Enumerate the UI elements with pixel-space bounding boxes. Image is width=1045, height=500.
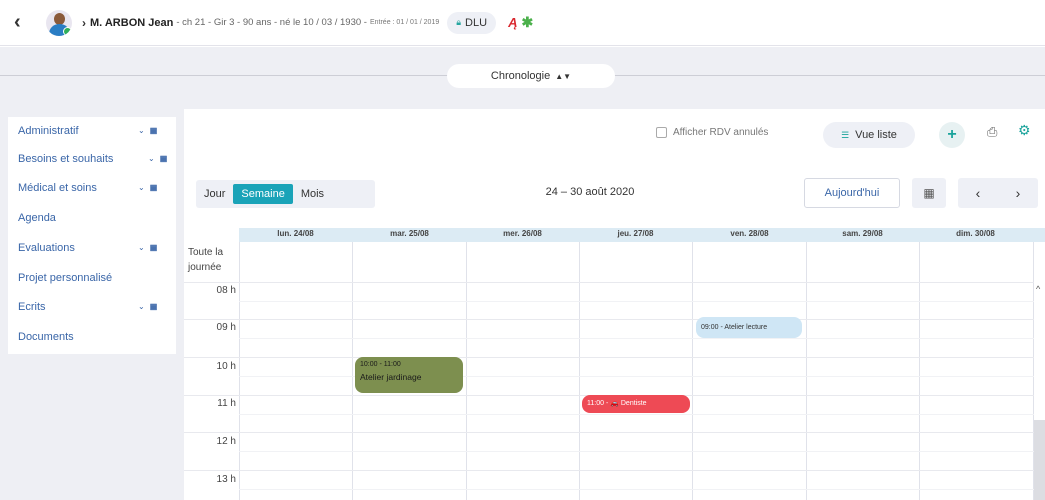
grid-icon[interactable]: ▦ xyxy=(150,243,158,252)
chevron-right-icon: › xyxy=(82,15,86,30)
today-button[interactable]: Aujourd'hui xyxy=(804,178,900,208)
event-atelier-jardinage[interactable]: 10:00 - 11:00 Atelier jardinage xyxy=(355,357,463,393)
grid-icon[interactable]: ▦ xyxy=(160,154,168,163)
chevron-down-icon: ⌄ xyxy=(138,183,145,192)
view-month-button[interactable]: Mois xyxy=(293,184,332,204)
dlu-button[interactable]: 🔒︎ DLU xyxy=(447,11,497,34)
chronologie-select[interactable]: Chronologie ▲▼ xyxy=(447,64,615,88)
all-day-label-line: Toute la xyxy=(188,247,224,258)
medical-alert-icons[interactable]: Ą ✱ xyxy=(508,14,533,31)
list-icon: ☰ xyxy=(841,129,850,140)
sidebar-item-evaluations[interactable]: Evaluations ⌄ ▦ xyxy=(18,242,168,254)
entry-date: Entrée : 01 / 01 / 2019 xyxy=(369,19,440,26)
gear-icon[interactable]: ⚙ xyxy=(1018,122,1031,139)
event-label: 11:00 - 🚗 Dentiste xyxy=(587,400,647,407)
sidebar-item-documents[interactable]: Documents xyxy=(18,331,168,343)
day-header[interactable]: jeu. 27/08 xyxy=(579,229,692,238)
print-icon[interactable]: ⎙ xyxy=(987,124,997,140)
lock-icon: 🔒︎ xyxy=(456,17,462,27)
sidebar-item-label: Ecrits xyxy=(18,301,46,313)
day-header[interactable]: mer. 26/08 xyxy=(466,229,579,238)
time-label: 11 h xyxy=(217,398,236,409)
calendar-grid xyxy=(184,228,1045,500)
patient-name[interactable]: M. ARBON Jean xyxy=(90,17,173,29)
chevron-down-icon: ⌄ xyxy=(138,243,145,252)
grid-icon[interactable]: ▦ xyxy=(150,183,158,192)
chronologie-band: Chronologie ▲▼ xyxy=(0,47,1045,109)
sidebar-item-label: Projet personnalisé xyxy=(18,272,113,284)
status-dot-icon xyxy=(63,26,72,36)
sidebar-item-label: Documents xyxy=(18,331,74,343)
time-label: 08 h xyxy=(216,285,236,296)
dlu-label: DLU xyxy=(465,16,488,29)
event-dentiste[interactable]: 11:00 - 🚗 Dentiste xyxy=(582,395,690,413)
sidebar-item-projet[interactable]: Projet personnalisé xyxy=(18,272,168,284)
previous-week-button[interactable]: ‹ xyxy=(958,178,998,208)
grid-icon[interactable]: ▦ xyxy=(150,126,158,135)
list-view-label: Vue liste xyxy=(855,129,897,141)
event-atelier-lecture[interactable]: 09:00 - Atelier lecture xyxy=(696,317,802,338)
sidebar-item-label: Besoins et souhaits xyxy=(18,153,114,165)
day-header[interactable]: ven. 28/08 xyxy=(693,229,806,238)
sidebar-item-administratif[interactable]: Administratif ⌄ ▦ xyxy=(18,125,168,137)
day-header[interactable]: dim. 30/08 xyxy=(919,229,1032,238)
time-label: 09 h xyxy=(216,322,236,333)
show-cancelled-toggle[interactable]: Afficher RDV annulés xyxy=(656,127,768,138)
show-cancelled-checkbox[interactable] xyxy=(656,127,667,138)
calendar-icon: ▦ xyxy=(923,186,935,200)
avatar xyxy=(46,9,72,36)
calendar-picker-button[interactable]: ▦ xyxy=(912,178,946,208)
sort-arrows-icon: ▲▼ xyxy=(555,71,572,81)
time-label: 12 h xyxy=(216,436,236,447)
chevron-down-icon: ⌄ xyxy=(138,126,145,135)
event-time: 10:00 - 11:00 xyxy=(360,361,401,368)
view-week-button[interactable]: Semaine xyxy=(233,184,293,204)
sidebar-menu: Administratif ⌄ ▦ Besoins et souhaits ⌄ ▦ … xyxy=(8,117,176,354)
grid-icon[interactable]: ▦ xyxy=(150,302,158,311)
back-arrow-icon[interactable]: ‹ xyxy=(14,11,34,34)
sidebar-item-besoins[interactable]: Besoins et souhaits ⌄ ▦ xyxy=(18,153,168,165)
sidebar-item-agenda[interactable]: Agenda xyxy=(18,212,168,224)
patient-header: ‹ › M. ARBON Jean - ch 21 - Gir 3 - 90 a… xyxy=(0,0,1045,46)
event-title: Atelier jardinage xyxy=(360,372,422,382)
all-day-label: Toute la journée xyxy=(188,245,223,275)
day-header[interactable]: sam. 29/08 xyxy=(806,229,919,238)
sidebar-item-label: Administratif xyxy=(18,125,79,137)
sidebar-item-ecrits[interactable]: Ecrits ⌄ ▦ xyxy=(18,301,168,313)
scrollbar-thumb[interactable] xyxy=(1034,420,1045,500)
all-day-label-line: journée xyxy=(188,262,222,273)
view-day-button[interactable]: Jour xyxy=(196,184,233,204)
scroll-up-icon[interactable]: ^ xyxy=(1036,284,1040,294)
week-navigation: ‹ › xyxy=(958,178,1038,208)
chronologie-label: Chronologie xyxy=(490,70,551,82)
view-switcher: Jour Semaine Mois xyxy=(196,180,375,208)
sidebar-item-label: Agenda xyxy=(18,212,56,224)
show-cancelled-label: Afficher RDV annulés xyxy=(673,127,769,138)
sidebar-item-medical[interactable]: Médical et soins ⌄ ▦ xyxy=(18,182,168,194)
allergy-icon[interactable]: Ą xyxy=(508,15,517,30)
time-label: 10 h xyxy=(216,361,236,372)
date-range-title: 24 – 30 août 2020 xyxy=(545,186,635,198)
chevron-down-icon: ⌄ xyxy=(138,302,145,311)
chevron-down-icon: ⌄ xyxy=(148,154,155,163)
next-week-button[interactable]: › xyxy=(998,178,1038,208)
day-header[interactable]: lun. 24/08 xyxy=(239,229,352,238)
event-label: 09:00 - Atelier lecture xyxy=(701,323,768,331)
day-header[interactable]: mar. 25/08 xyxy=(353,229,466,238)
diet-icon[interactable]: ✱ xyxy=(521,14,533,31)
time-label: 13 h xyxy=(216,474,236,485)
sidebar-item-label: Médical et soins xyxy=(18,182,97,194)
add-event-button[interactable]: + xyxy=(939,122,965,148)
sidebar-item-label: Evaluations xyxy=(18,242,75,254)
patient-info: - ch 21 - Gir 3 - 90 ans - né le 10 / 03… xyxy=(176,17,367,28)
list-view-button[interactable]: ☰ Vue liste xyxy=(823,122,915,148)
